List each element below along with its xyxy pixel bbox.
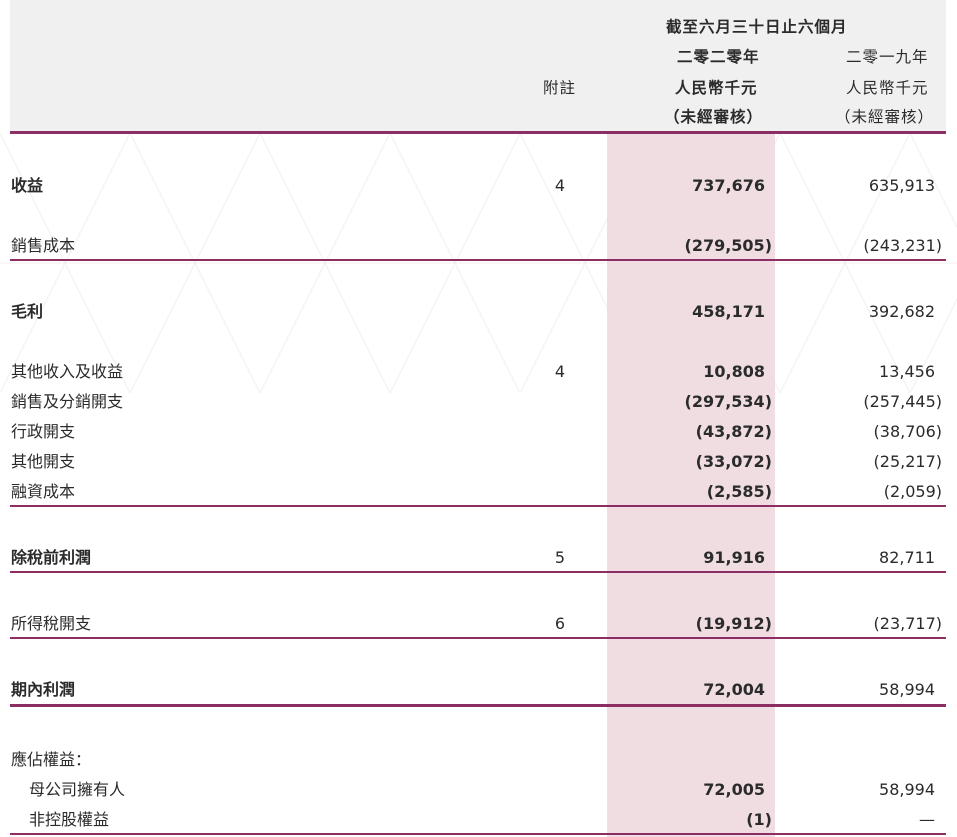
header-rule (10, 131, 946, 134)
previous-audit-heading: （未經審核） (835, 108, 935, 126)
period-heading: 截至六月三十日止六個月 (666, 18, 848, 36)
subtotal-rule (10, 259, 946, 261)
current-currency-heading: 人民幣千元 (675, 79, 758, 97)
row-previous-value: 58,994 (879, 680, 935, 699)
income-statement-page: 截至六月三十日止六個月 二零二零年 二零一九年 附註 人民幣千元 人民幣千元 （… (0, 0, 957, 837)
current-audit-heading: （未經審核） (664, 108, 764, 126)
row-previous-value: (23,717) (873, 614, 942, 633)
row-label: 期內利潤 (11, 680, 76, 699)
subtotal-rule (10, 505, 946, 507)
previous-currency-heading: 人民幣千元 (846, 79, 929, 97)
total-rule (10, 704, 946, 707)
row-label: 非控股權益 (29, 810, 110, 829)
row-label: 其他收入及收益 (11, 362, 124, 381)
subtotal-rule (10, 637, 946, 639)
row-previous-value: (2,059) (883, 482, 942, 501)
row-previous-value: — (919, 810, 935, 829)
row-label: 銷售成本 (11, 236, 76, 255)
row-previous-value: (38,706) (873, 422, 942, 441)
row-label: 其他開支 (11, 452, 76, 471)
row-previous-value: 635,913 (868, 176, 935, 195)
row-previous-value: 392,682 (868, 302, 935, 321)
row-label: 行政開支 (11, 422, 76, 441)
row-label: 母公司擁有人 (29, 780, 126, 799)
row-label: 所得稅開支 (11, 614, 92, 633)
row-previous-value: 13,456 (879, 362, 935, 381)
row-previous-value: 58,994 (879, 780, 935, 799)
note-column-heading: 附註 (543, 79, 577, 97)
row-label: 毛利 (11, 302, 44, 321)
row-label: 收益 (11, 176, 44, 195)
row-label: 應佔權益： (11, 750, 92, 769)
background-lattice-pattern (0, 133, 957, 393)
bottom-rule (10, 833, 946, 835)
row-label: 除稅前利潤 (11, 548, 92, 567)
row-label: 銷售及分銷開支 (11, 392, 124, 411)
previous-year-heading: 二零一九年 (846, 48, 929, 66)
row-previous-value: (243,231) (863, 236, 942, 255)
subtotal-rule (10, 571, 946, 573)
current-year-heading: 二零二零年 (677, 48, 760, 66)
row-label: 融資成本 (11, 482, 76, 501)
row-previous-value: 82,711 (879, 548, 935, 567)
row-previous-value: (25,217) (873, 452, 942, 471)
row-previous-value: (257,445) (863, 392, 942, 411)
